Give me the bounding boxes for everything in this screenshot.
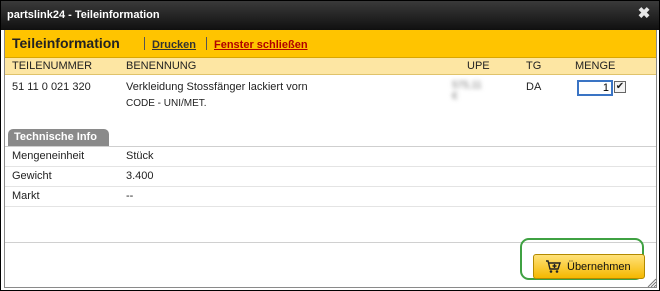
info-row: Markt --: [5, 187, 656, 207]
resize-grip-icon[interactable]: [647, 278, 657, 288]
part-number: 51 11 0 021 320: [12, 81, 91, 93]
tech-info-tabs: Technische Info: [5, 129, 656, 147]
close-window-link[interactable]: Fenster schließen: [214, 39, 308, 51]
column-header-description: BENENNUNG: [126, 60, 197, 72]
part-info-window: partslink24 - Teileinformation ✖ Teilein…: [0, 0, 660, 291]
header-separator: [144, 37, 145, 50]
part-code: CODE - UNI/MET.: [126, 98, 207, 109]
info-value: 3.400: [126, 170, 154, 182]
info-label: Markt: [12, 190, 40, 202]
table-row: 51 11 0 021 320 Verkleidung Stossfänger …: [5, 75, 656, 115]
print-link[interactable]: Drucken: [152, 39, 196, 51]
quantity-input[interactable]: [577, 80, 613, 96]
accept-button-label: Übernehmen: [567, 261, 631, 273]
column-header-upe: UPE: [467, 60, 490, 72]
dialog-body: Teileinformation Drucken Fenster schließ…: [4, 30, 657, 288]
info-value: --: [126, 190, 134, 202]
page-title: Teileinformation: [12, 35, 120, 51]
column-header-quantity: MENGE: [575, 60, 616, 72]
info-row: Mengeneinheit Stück: [5, 147, 656, 167]
table-header: TEILENUMMER BENENNUNG UPE TG MENGE: [5, 58, 656, 75]
upe-price: 575,11 €: [452, 80, 482, 102]
header-separator: [206, 37, 207, 50]
tab-technical-info[interactable]: Technische Info: [8, 129, 109, 146]
close-icon[interactable]: ✖: [637, 6, 651, 21]
part-description: Verkleidung Stossfänger lackiert vorn: [126, 81, 308, 93]
window-titlebar[interactable]: partslink24 - Teileinformation ✖: [1, 1, 659, 30]
select-checkbox[interactable]: ✔: [614, 81, 626, 93]
column-header-tg: TG: [526, 60, 542, 72]
info-value: Stück: [126, 150, 154, 162]
window-title: partslink24 - Teileinformation: [7, 9, 160, 21]
header-bar: Teileinformation Drucken Fenster schließ…: [5, 30, 656, 58]
info-row: Gewicht 3.400: [5, 167, 656, 187]
cart-add-icon: [546, 260, 561, 273]
info-label: Gewicht: [12, 170, 52, 182]
accept-button[interactable]: Übernehmen: [533, 254, 645, 279]
column-header-part-number: TEILENUMMER: [12, 60, 93, 72]
info-label: Mengeneinheit: [12, 150, 85, 162]
tg-value: DA: [526, 81, 542, 93]
